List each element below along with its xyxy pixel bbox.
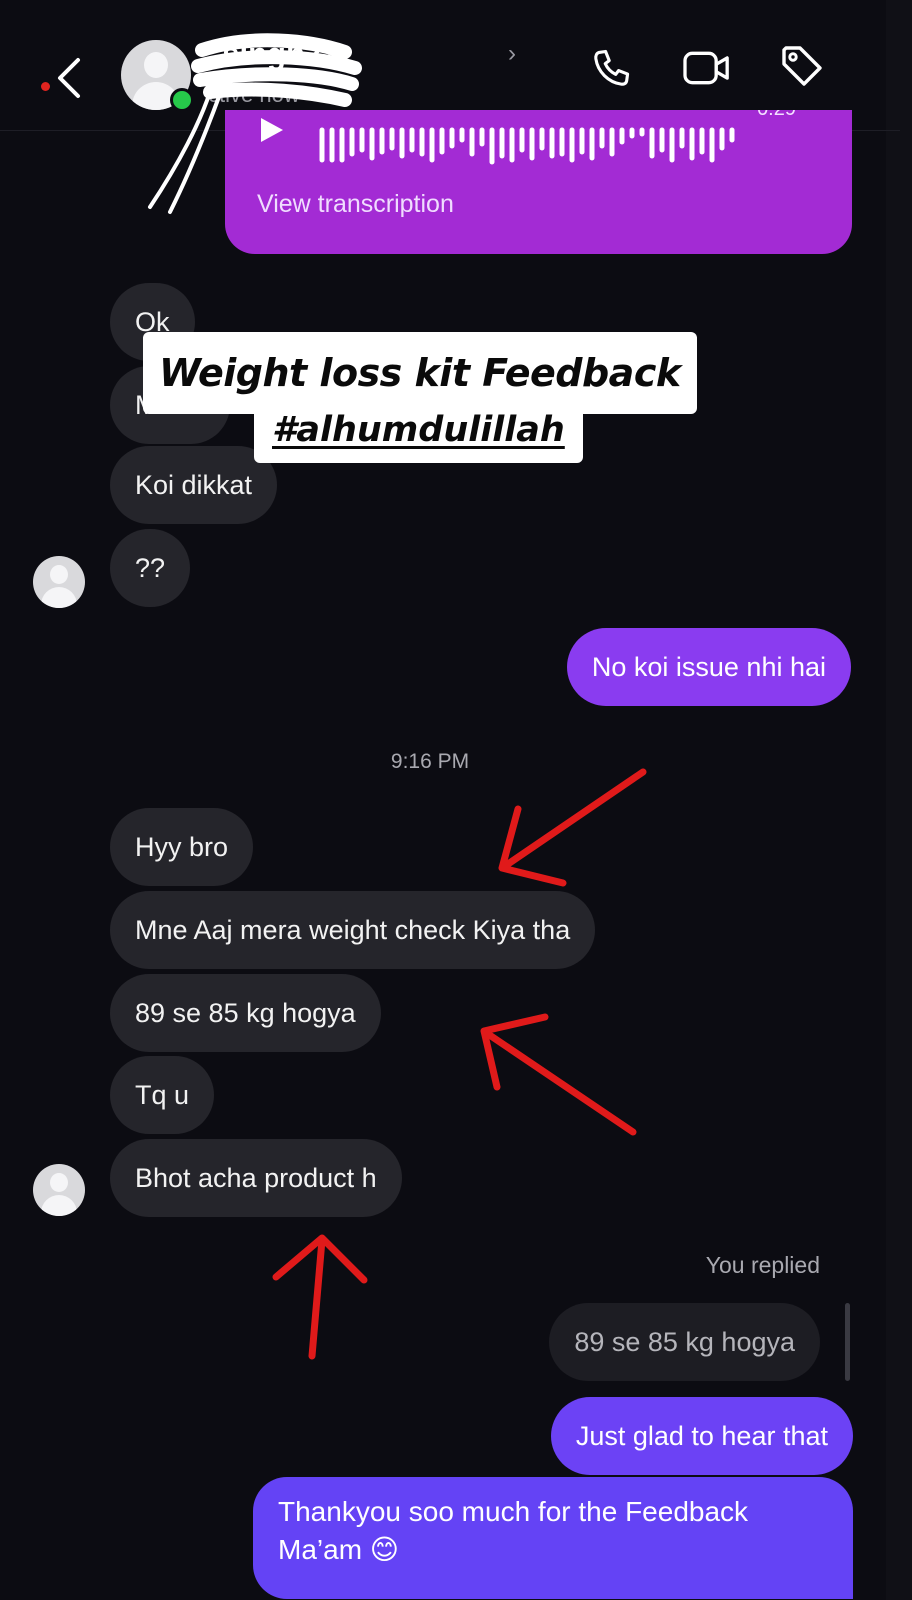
outgoing-message[interactable]: Just glad to hear that (550, 1397, 853, 1475)
red-arrow-icon (480, 1013, 637, 1136)
message-line: Thankyou soo much for the Feedback (278, 1496, 749, 1527)
you-replied-label: You replied (705, 1252, 820, 1278)
red-arrow-icon (498, 768, 647, 887)
red-arrow-icon (272, 1234, 368, 1360)
quoted-reply[interactable]: 89 se 85 kg hogya (549, 1303, 820, 1381)
reply-indicator-bar (845, 1303, 850, 1381)
outgoing-message-multiline[interactable]: Thankyou soo much for the Feedback Ma’am… (253, 1477, 853, 1599)
message-line: Ma’am 😊 (278, 1534, 399, 1565)
